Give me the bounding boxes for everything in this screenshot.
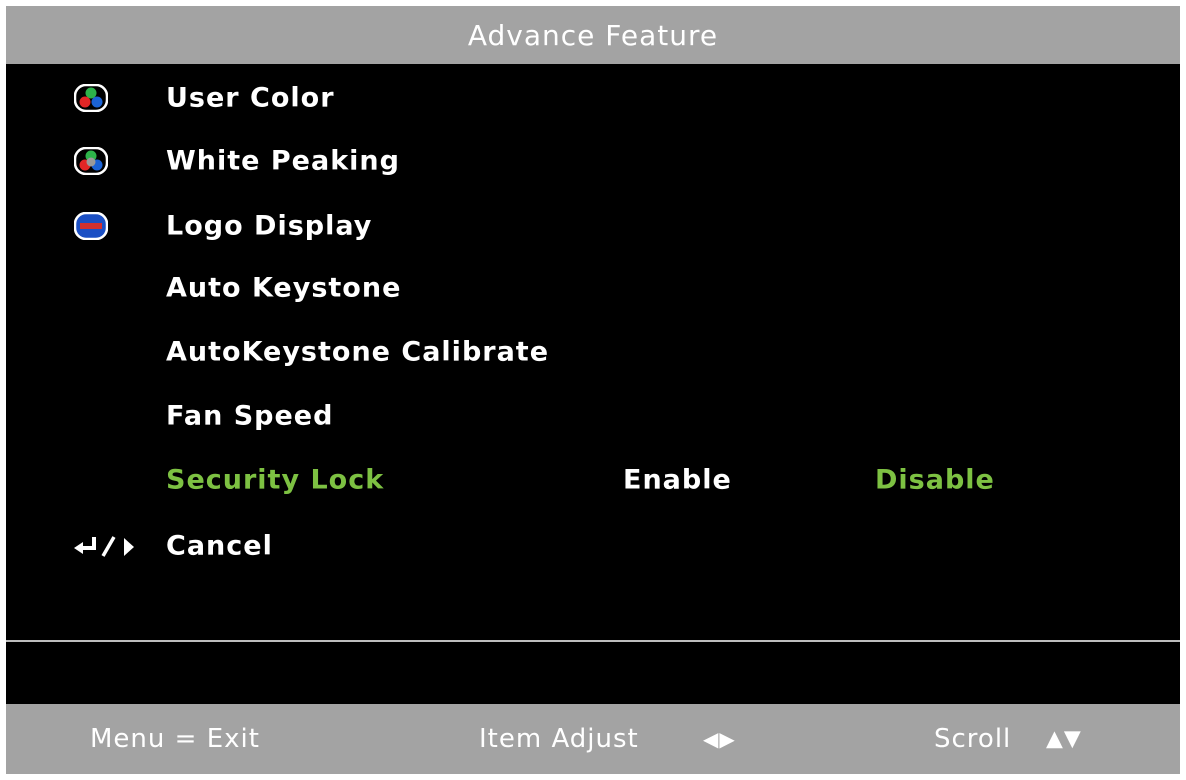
menu-item-auto-keystone[interactable]: Auto Keystone xyxy=(6,258,1180,318)
scroll-hint: Scroll xyxy=(934,724,1012,754)
menu-item-label: Security Lock xyxy=(166,464,385,496)
menu-item-label: Logo Display xyxy=(166,210,373,242)
menu-item-white-peaking[interactable]: White Peaking xyxy=(6,131,1180,191)
osd-menu: Advance Feature User Color White Peaking… xyxy=(6,6,1180,774)
footer-hint-bar: Menu = Exit Item Adjust ◀▶ Scroll ▲▼ xyxy=(6,704,1180,774)
menu-item-label: Cancel xyxy=(166,530,273,562)
menu-item-label: White Peaking xyxy=(166,145,400,177)
menu-title: Advance Feature xyxy=(467,18,719,52)
divider xyxy=(6,640,1180,642)
menu-title-bar: Advance Feature xyxy=(6,6,1180,64)
menu-item-label: User Color xyxy=(166,82,335,114)
menu-item-label: Auto Keystone xyxy=(166,272,402,304)
up-down-arrows-icon: ▲▼ xyxy=(1046,726,1082,752)
menu-item-security-lock[interactable]: Security Lock Enable Disable xyxy=(6,450,1180,510)
menu-exit-hint: Menu = Exit xyxy=(90,724,260,754)
rgb-color-icon xyxy=(74,84,108,112)
option-enable[interactable]: Enable xyxy=(623,465,732,496)
menu-item-cancel[interactable]: Cancel xyxy=(6,516,1180,576)
menu-item-label: AutoKeystone Calibrate xyxy=(166,336,550,368)
enter-right-icon xyxy=(74,536,134,557)
item-adjust-hint: Item Adjust xyxy=(479,724,639,754)
left-right-arrows-icon: ◀▶ xyxy=(703,727,736,751)
menu-item-user-color[interactable]: User Color xyxy=(6,68,1180,128)
logo-icon xyxy=(74,212,108,240)
menu-item-autokeystone-calibrate[interactable]: AutoKeystone Calibrate xyxy=(6,322,1180,382)
menu-item-fan-speed[interactable]: Fan Speed xyxy=(6,386,1180,446)
menu-item-label: Fan Speed xyxy=(166,400,334,432)
option-disable[interactable]: Disable xyxy=(875,465,995,496)
menu-item-logo-display[interactable]: Logo Display xyxy=(6,196,1180,256)
rgb-white-icon xyxy=(74,147,108,175)
